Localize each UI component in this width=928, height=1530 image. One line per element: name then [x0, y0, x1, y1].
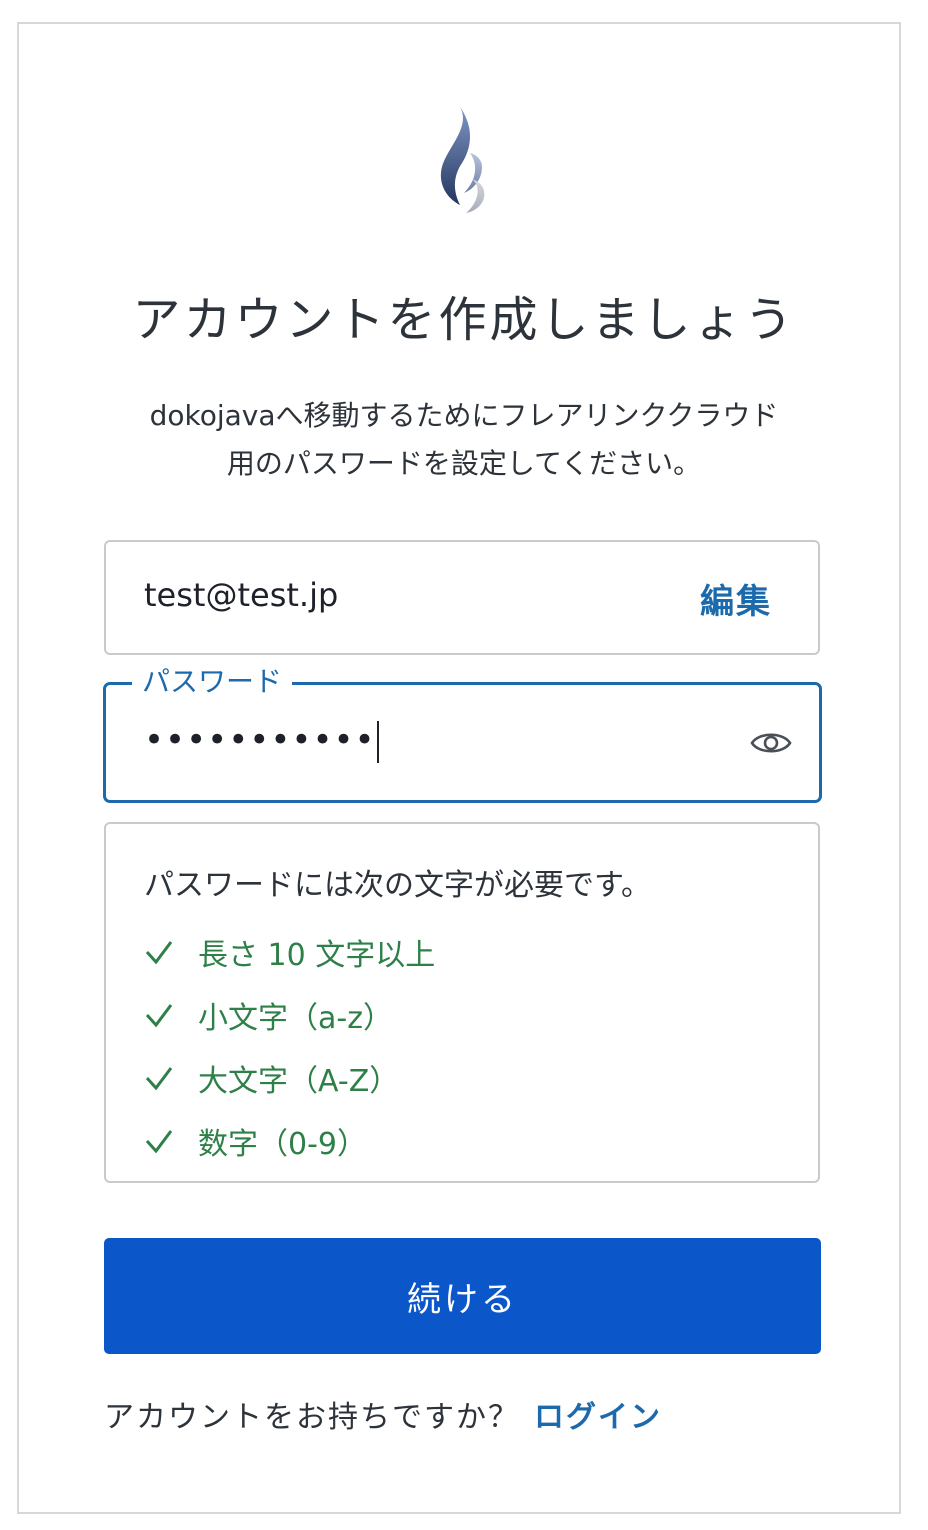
- password-requirements: パスワードには次の文字が必要です。 長さ 10 文字以上 小文字（a-z） 大文…: [104, 822, 820, 1183]
- flame-logo-icon: [440, 107, 485, 213]
- page-title: アカウントを作成しましょう: [132, 292, 796, 348]
- requirement-lowercase: 小文字（a-z）: [144, 983, 435, 1046]
- password-field[interactable]: パスワード •••••••••••: [103, 665, 822, 803]
- login-link[interactable]: ログイン: [534, 1400, 662, 1435]
- continue-button[interactable]: 続ける: [104, 1238, 821, 1354]
- requirement-label: 大文字（A-Z）: [198, 1063, 400, 1099]
- check-icon: [145, 940, 173, 964]
- requirements-list: 長さ 10 文字以上 小文字（a-z） 大文字（A-Z） 数字（0-9）: [144, 920, 435, 1172]
- requirement-label: 数字（0-9）: [198, 1126, 367, 1162]
- login-prompt-text: アカウントをお持ちですか？: [104, 1400, 520, 1435]
- check-icon: [145, 1066, 173, 1090]
- check-icon: [145, 1003, 173, 1027]
- requirement-digit: 数字（0-9）: [144, 1109, 435, 1172]
- requirement-length: 長さ 10 文字以上: [144, 920, 435, 983]
- description-line-1: dokojavaへ移動するためにフレアリンククラウド: [149, 399, 779, 432]
- check-icon: [145, 1129, 173, 1153]
- requirement-label: 長さ 10 文字以上: [198, 937, 436, 973]
- password-masked-value: •••••••••••: [144, 720, 376, 760]
- login-prompt: アカウントをお持ちですか？ ログイン: [104, 1392, 662, 1436]
- requirement-uppercase: 大文字（A-Z）: [144, 1046, 435, 1109]
- text-caret: [376, 720, 379, 763]
- eye-icon[interactable]: [749, 723, 793, 763]
- requirement-label: 小文字（a-z）: [198, 1000, 393, 1036]
- email-field: test@test.jp 編集: [104, 540, 820, 655]
- requirements-heading: パスワードには次の文字が必要です。: [144, 868, 651, 903]
- password-input[interactable]: •••••••••••: [144, 715, 379, 765]
- password-label: パスワード: [132, 665, 293, 699]
- edit-email-link[interactable]: 編集: [700, 574, 772, 623]
- description-line-2: 用のパスワードを設定してください。: [226, 447, 702, 480]
- page-description: dokojavaへ移動するためにフレアリンククラウド 用のパスワードを設定してく…: [110, 392, 818, 488]
- email-value: test@test.jp: [144, 576, 339, 614]
